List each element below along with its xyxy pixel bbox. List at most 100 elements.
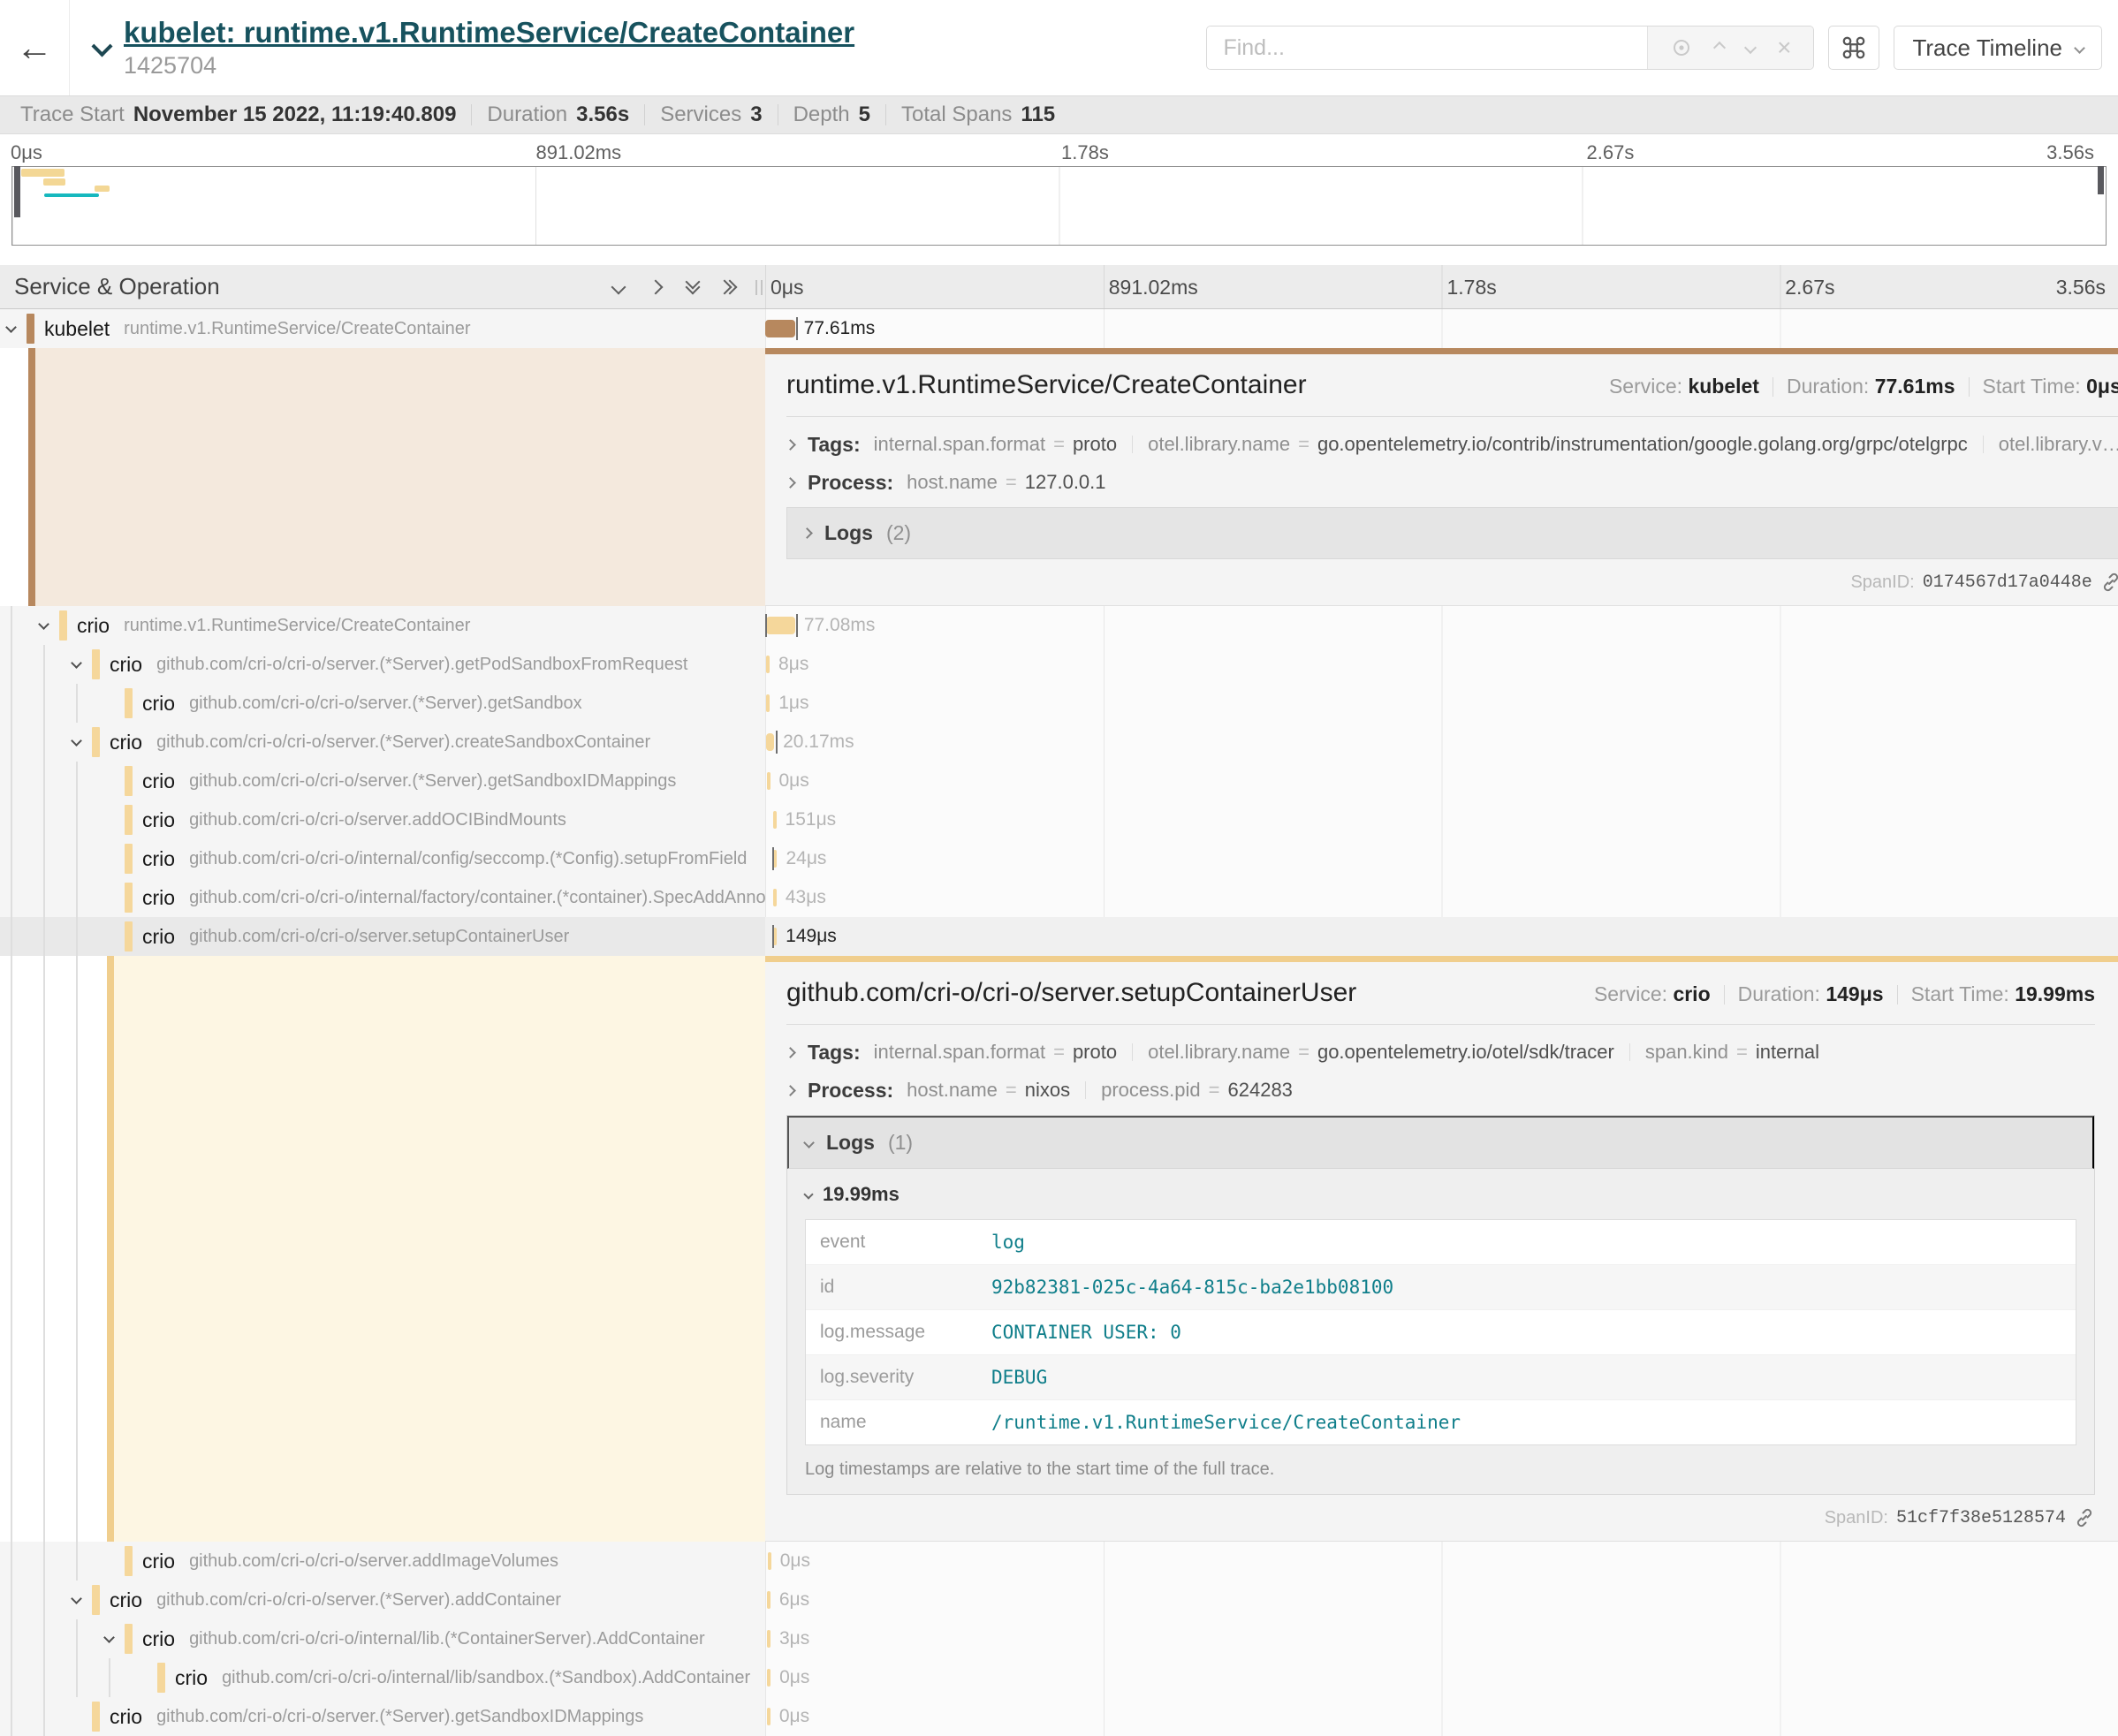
span-duration-bar[interactable] bbox=[767, 1669, 771, 1687]
span-name-cell[interactable]: crio github.com/cri-o/cri-o/server.addOC… bbox=[0, 800, 765, 839]
log-field-row[interactable]: eventlog bbox=[806, 1220, 2076, 1265]
span-timeline-cell[interactable]: 151μs bbox=[765, 800, 2118, 839]
locate-icon[interactable] bbox=[1670, 36, 1693, 59]
span-row[interactable]: crio github.com/cri-o/cri-o/internal/fac… bbox=[0, 878, 2118, 917]
column-resize-grip[interactable] bbox=[755, 280, 763, 295]
span-row[interactable]: crio runtime.v1.RuntimeService/CreateCon… bbox=[0, 606, 2118, 645]
span-row[interactable]: crio github.com/cri-o/cri-o/server.(*Ser… bbox=[0, 684, 2118, 723]
find-input[interactable] bbox=[1207, 27, 1647, 69]
span-name-cell[interactable]: crio github.com/cri-o/cri-o/server.(*Ser… bbox=[0, 1697, 765, 1736]
span-name-cell[interactable]: crio github.com/cri-o/cri-o/internal/lib… bbox=[0, 1658, 765, 1697]
log-entry-toggle[interactable]: 19.99ms bbox=[805, 1183, 900, 1206]
span-name-cell[interactable]: crio github.com/cri-o/cri-o/server.(*Ser… bbox=[0, 762, 765, 800]
tag-pair: internal.span.format=proto bbox=[874, 433, 1117, 456]
span-duration-bar[interactable] bbox=[767, 772, 771, 790]
process-section[interactable]: Process: host.name=127.0.0.1 bbox=[786, 469, 2118, 496]
span-name-cell[interactable]: crio github.com/cri-o/cri-o/server.addIm… bbox=[0, 1542, 765, 1581]
tags-section[interactable]: Tags: internal.span.format=protootel.lib… bbox=[786, 431, 2118, 458]
span-time-tick bbox=[772, 925, 774, 948]
find-next-icon[interactable] bbox=[1744, 42, 1757, 54]
span-row[interactable]: crio github.com/cri-o/cri-o/internal/con… bbox=[0, 839, 2118, 878]
span-row[interactable]: crio github.com/cri-o/cri-o/server.(*Ser… bbox=[0, 645, 2118, 684]
page-title-link[interactable]: kubelet: runtime.v1.RuntimeService/Creat… bbox=[124, 16, 854, 49]
span-duration-bar[interactable] bbox=[773, 850, 777, 868]
span-timeline-cell[interactable]: 20.17ms bbox=[765, 723, 2118, 762]
keyboard-shortcuts-button[interactable] bbox=[1828, 26, 1879, 70]
collapse-all-icon[interactable] bbox=[687, 282, 698, 292]
find-clear-icon[interactable]: × bbox=[1777, 35, 1791, 60]
span-timeline-cell[interactable]: 0μs bbox=[765, 1542, 2118, 1581]
span-duration-bar[interactable] bbox=[766, 617, 795, 634]
span-duration-bar[interactable] bbox=[767, 1630, 771, 1648]
service-name: kubelet bbox=[44, 317, 110, 341]
span-row[interactable]: crio github.com/cri-o/cri-o/server.(*Ser… bbox=[0, 723, 2118, 762]
expand-all-icon[interactable] bbox=[725, 282, 735, 292]
minimap-canvas[interactable] bbox=[11, 166, 2107, 246]
log-field-row[interactable]: log.messageCONTAINER USER: 0 bbox=[806, 1310, 2076, 1355]
span-name-cell[interactable]: crio github.com/cri-o/cri-o/server.(*Ser… bbox=[0, 684, 765, 723]
process-section[interactable]: Process: host.name=nixosprocess.pid=6242… bbox=[786, 1077, 2095, 1103]
span-row[interactable]: kubelet runtime.v1.RuntimeService/Create… bbox=[0, 309, 2118, 348]
span-duration-bar[interactable] bbox=[767, 1708, 771, 1725]
span-timeline-cell[interactable]: 77.61ms bbox=[765, 309, 2118, 348]
logs-section-toggle[interactable]: Logs (2) bbox=[786, 507, 2118, 559]
span-duration-bar[interactable] bbox=[766, 656, 770, 673]
tags-section[interactable]: Tags: internal.span.format=protootel.lib… bbox=[786, 1039, 2095, 1065]
span-row[interactable]: crio github.com/cri-o/cri-o/server.setup… bbox=[0, 917, 2118, 956]
back-button[interactable]: ← bbox=[0, 0, 69, 95]
log-field-row[interactable]: log.severityDEBUG bbox=[806, 1355, 2076, 1400]
span-row[interactable]: crio github.com/cri-o/cri-o/server.addOC… bbox=[0, 800, 2118, 839]
span-row[interactable]: crio github.com/cri-o/cri-o/server.(*Ser… bbox=[0, 1581, 2118, 1619]
span-name-cell[interactable]: crio runtime.v1.RuntimeService/CreateCon… bbox=[0, 606, 765, 645]
copy-link-button[interactable] bbox=[2100, 572, 2118, 593]
span-duration-bar[interactable] bbox=[773, 889, 777, 906]
span-duration-bar[interactable] bbox=[773, 928, 777, 945]
find-prev-icon[interactable] bbox=[1713, 42, 1726, 54]
span-timeline-cell[interactable]: 24μs bbox=[765, 839, 2118, 878]
span-duration-bar[interactable] bbox=[765, 320, 794, 337]
span-timeline-cell[interactable]: 0μs bbox=[765, 1697, 2118, 1736]
span-timeline-cell[interactable]: 0μs bbox=[765, 762, 2118, 800]
logs-section-toggle[interactable]: Logs (1) bbox=[787, 1116, 2094, 1169]
span-timeline-cell[interactable]: 77.08ms bbox=[765, 606, 2118, 645]
span-duration-bar[interactable] bbox=[766, 694, 770, 712]
minimap-left-handle[interactable] bbox=[14, 166, 20, 217]
span-name-cell[interactable]: crio github.com/cri-o/cri-o/internal/con… bbox=[0, 839, 765, 878]
collapse-one-icon[interactable] bbox=[611, 279, 626, 294]
span-name-cell[interactable]: crio github.com/cri-o/cri-o/server.(*Ser… bbox=[0, 645, 765, 684]
span-timeline-cell[interactable]: 6μs bbox=[765, 1581, 2118, 1619]
log-field-row[interactable]: name/runtime.v1.RuntimeService/CreateCon… bbox=[806, 1400, 2076, 1444]
span-timeline-cell[interactable]: 0μs bbox=[765, 1658, 2118, 1697]
span-timeline-cell[interactable]: 3μs bbox=[765, 1619, 2118, 1658]
span-detail-panel-kubelet: runtime.v1.RuntimeService/CreateContaine… bbox=[0, 348, 2118, 606]
span-name-cell[interactable]: kubelet runtime.v1.RuntimeService/Create… bbox=[0, 309, 765, 348]
span-name-cell[interactable]: crio github.com/cri-o/cri-o/internal/fac… bbox=[0, 878, 765, 917]
collapse-trace-header-icon[interactable] bbox=[91, 36, 112, 57]
span-row[interactable]: crio github.com/cri-o/cri-o/internal/lib… bbox=[0, 1619, 2118, 1658]
minimap-right-handle[interactable] bbox=[2098, 166, 2104, 194]
span-duration-bar[interactable] bbox=[773, 811, 777, 829]
expand-one-icon[interactable] bbox=[649, 279, 664, 294]
span-timeline-cell[interactable]: 149μs bbox=[765, 917, 2118, 956]
span-duration-bar[interactable] bbox=[768, 1552, 771, 1570]
service-name: crio bbox=[110, 1705, 142, 1729]
span-name-cell[interactable]: crio github.com/cri-o/cri-o/server.setup… bbox=[0, 917, 765, 956]
span-name-cell[interactable]: crio github.com/cri-o/cri-o/server.(*Ser… bbox=[0, 1581, 765, 1619]
span-duration-bar[interactable] bbox=[766, 733, 774, 751]
span-row[interactable]: crio github.com/cri-o/cri-o/server.(*Ser… bbox=[0, 1697, 2118, 1736]
view-selector-button[interactable]: Trace Timeline bbox=[1894, 26, 2102, 70]
log-field-value: log bbox=[991, 1220, 2076, 1264]
span-row[interactable]: crio github.com/cri-o/cri-o/internal/lib… bbox=[0, 1658, 2118, 1697]
span-name-cell[interactable]: crio github.com/cri-o/cri-o/internal/lib… bbox=[0, 1619, 765, 1658]
span-duration-bar[interactable] bbox=[767, 1591, 771, 1609]
span-timeline-cell[interactable]: 1μs bbox=[765, 684, 2118, 723]
copy-link-button[interactable] bbox=[2074, 1507, 2095, 1528]
command-icon bbox=[1841, 34, 1867, 61]
log-field-row[interactable]: id92b82381-025c-4a64-815c-ba2e1bb08100 bbox=[806, 1265, 2076, 1310]
span-timeline-cell[interactable]: 43μs bbox=[765, 878, 2118, 917]
header-divider bbox=[69, 0, 70, 95]
span-name-cell[interactable]: crio github.com/cri-o/cri-o/server.(*Ser… bbox=[0, 723, 765, 762]
span-timeline-cell[interactable]: 8μs bbox=[765, 645, 2118, 684]
span-row[interactable]: crio github.com/cri-o/cri-o/server.addIm… bbox=[0, 1542, 2118, 1581]
span-row[interactable]: crio github.com/cri-o/cri-o/server.(*Ser… bbox=[0, 762, 2118, 800]
